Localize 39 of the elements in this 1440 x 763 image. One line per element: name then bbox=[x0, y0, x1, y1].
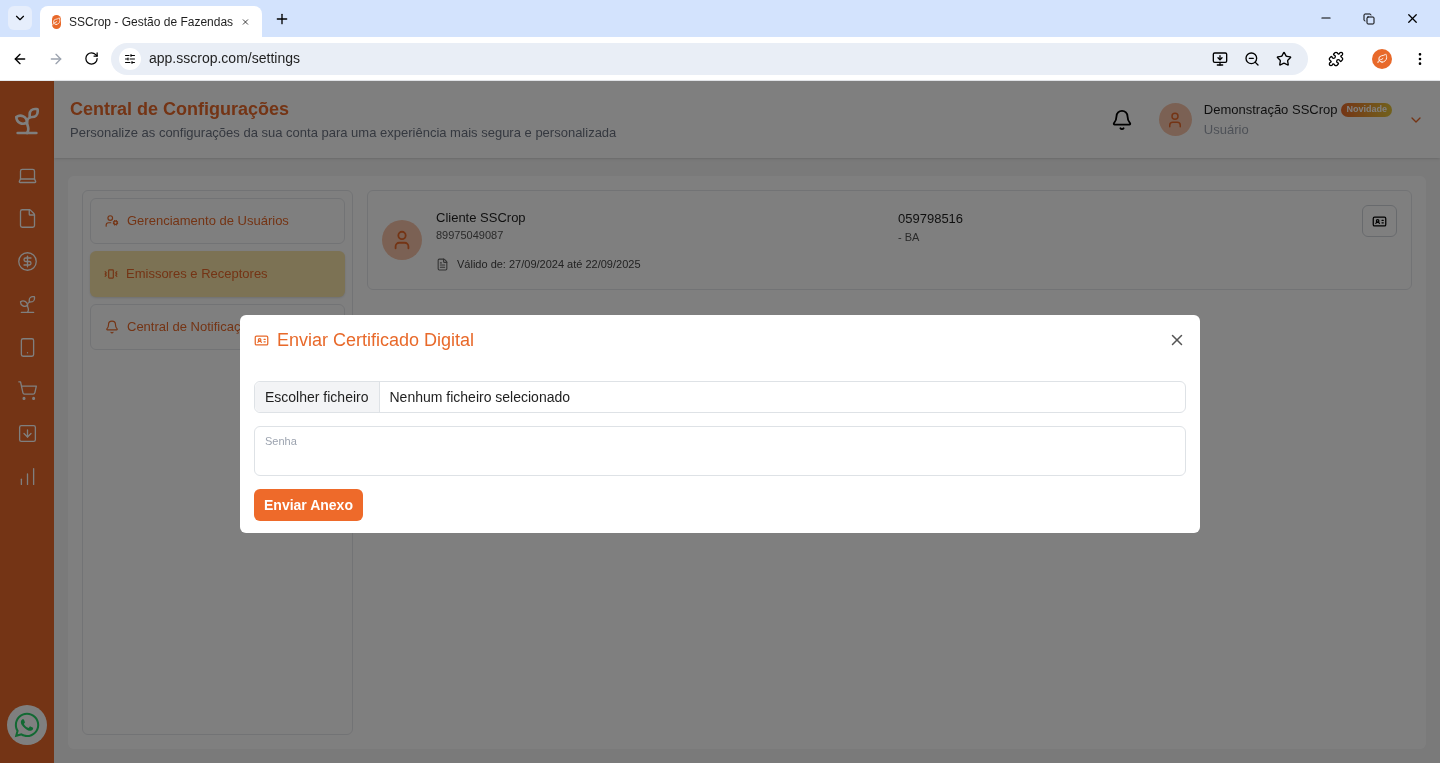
new-badge: Novidade bbox=[1341, 103, 1392, 117]
page-title: Central de Configurações bbox=[70, 98, 291, 122]
client-code: 059798516 bbox=[898, 210, 965, 228]
file-status: Nenhum ficheiro selecionado bbox=[388, 387, 572, 407]
choose-file-button[interactable]: Escolher ficheiro bbox=[255, 382, 380, 412]
zoom-icon[interactable] bbox=[1244, 50, 1260, 67]
extensions-icon[interactable] bbox=[1328, 50, 1344, 67]
restore-icon[interactable] bbox=[1363, 13, 1375, 25]
bookmark-icon[interactable] bbox=[1276, 50, 1292, 67]
client-document: 89975049087 bbox=[436, 228, 505, 244]
new-tab-icon[interactable] bbox=[274, 11, 290, 27]
client-location: - BA bbox=[898, 229, 921, 245]
certificate-button[interactable] bbox=[1362, 205, 1397, 237]
notification-icon[interactable] bbox=[1110, 108, 1133, 131]
address-bar[interactable]: app.sscrop.com/settings bbox=[111, 42, 1308, 75]
file-input[interactable]: Escolher ficheiro Nenhum ficheiro selecionado bbox=[254, 381, 1186, 413]
client-name: Cliente SSCrop bbox=[436, 208, 527, 227]
favicon-icon bbox=[52, 14, 61, 29]
tab-list-button[interactable] bbox=[8, 6, 32, 30]
user-name: Demonstração SSCrop bbox=[1203, 101, 1338, 119]
url-text: app.sscrop.com/settings bbox=[149, 49, 300, 68]
password-field[interactable]: Senha bbox=[254, 426, 1186, 476]
document-icon bbox=[436, 257, 449, 271]
id-card-icon bbox=[1372, 213, 1387, 229]
browser-tab[interactable]: SSCrop - Gestão de Fazendas bbox=[40, 6, 262, 37]
profile-icon[interactable] bbox=[1372, 48, 1392, 69]
client-avatar-icon bbox=[382, 220, 422, 260]
vibrating-phone-icon bbox=[104, 267, 118, 281]
bell-icon bbox=[105, 320, 119, 334]
avatar-icon bbox=[1158, 103, 1192, 136]
id-card-icon bbox=[254, 332, 269, 348]
page-subtitle: Personalize as configurações da sua conta para uma experiência mais segura e personalizada bbox=[70, 124, 618, 143]
reload-icon[interactable] bbox=[84, 51, 99, 66]
site-settings-icon[interactable] bbox=[119, 47, 141, 70]
install-icon[interactable] bbox=[1212, 50, 1228, 67]
validity-text: Válido de: 27/09/2024 até 22/09/2025 bbox=[457, 256, 641, 272]
tab-title: SSCrop - Gestão de Fazendas bbox=[69, 13, 234, 31]
close-window-icon[interactable] bbox=[1405, 11, 1420, 26]
user-gear-icon bbox=[105, 214, 119, 228]
